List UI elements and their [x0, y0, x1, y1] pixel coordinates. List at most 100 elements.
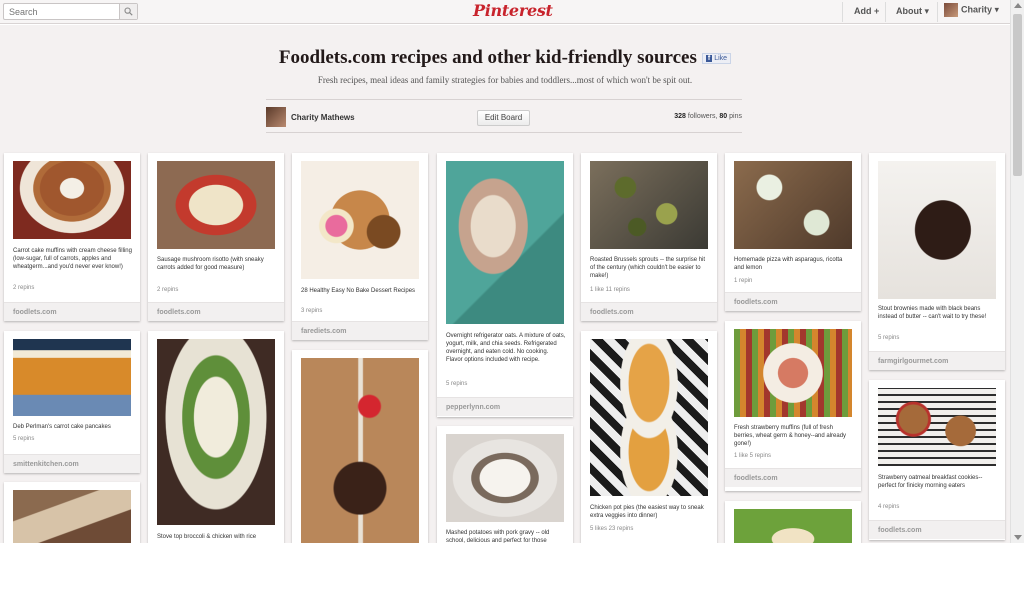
owner-avatar[interactable] [266, 107, 286, 127]
add-menu[interactable]: Add + [854, 6, 879, 16]
pinterest-logo[interactable]: Pinterest [473, 1, 553, 20]
scroll-up-icon[interactable] [1014, 3, 1022, 8]
pin-source[interactable]: farediets.com [292, 321, 428, 340]
pin-description: Sausage mushroom risotto (with sneaky ca… [157, 257, 264, 271]
pins-label: pins [727, 113, 742, 120]
divider [266, 99, 742, 100]
pin-card[interactable]: Strawberry oatmeal breakfast cookies--pe… [869, 380, 1005, 540]
pin-stats: 5 repins [878, 335, 900, 341]
pin-image[interactable] [734, 509, 852, 543]
pin-card[interactable] [292, 350, 428, 543]
pin-card[interactable]: Homemade pizza with asparagus, ricotta a… [725, 153, 861, 311]
pin-card[interactable]: Mashed potatoes with pork gravy -- old s… [437, 426, 573, 543]
pin-stats: 1 like 5 repins [734, 453, 772, 459]
followers-label: followers, [685, 113, 720, 120]
scrollbar-thumb[interactable] [1013, 14, 1022, 176]
pin-description: 28 Healthy Easy No Bake Dessert Recipes [301, 288, 416, 294]
pin-card[interactable]: Carrot cake muffins with cream cheese fi… [4, 153, 140, 321]
scroll-down-icon[interactable] [1014, 535, 1022, 540]
pin-description: Stove top broccoli & chicken with rice [157, 534, 257, 540]
pin-description: Roasted Brussels sprouts -- the surprise… [590, 257, 706, 279]
pin-stats: 3 repins [301, 308, 323, 314]
search-box[interactable] [3, 3, 138, 20]
pin-image[interactable] [878, 388, 996, 466]
pin-source[interactable]: foodlets.com [4, 302, 140, 321]
pin-card[interactable] [4, 482, 140, 543]
facebook-like-label: Like [714, 55, 728, 63]
pin-card[interactable] [725, 501, 861, 543]
pin-card[interactable]: 28 Healthy Easy No Bake Dessert Recipes … [292, 153, 428, 340]
pin-card[interactable]: Fresh strawberry muffins (full of fresh … [725, 321, 861, 491]
top-bar: Pinterest Add + About ▾ Charity ▾ [0, 0, 1010, 24]
facebook-icon: f [705, 55, 713, 63]
pin-image[interactable] [446, 434, 564, 522]
pin-card[interactable]: Overnight refrigerator oats. A mixture o… [437, 153, 573, 417]
nav-divider [842, 2, 843, 22]
pin-description: Overnight refrigerator oats. A mixture o… [446, 333, 566, 363]
pin-source[interactable]: foodlets.com [725, 292, 861, 311]
pin-source[interactable]: foodlets.com [148, 302, 284, 321]
pin-image[interactable] [157, 339, 275, 525]
board-title: Foodlets.com recipes and other kid-frien… [0, 47, 1010, 69]
pin-source[interactable]: smittenkitchen.com [4, 454, 140, 473]
board-stats: 328 followers, 80 pins [674, 113, 742, 120]
pin-stats: 2 repins [157, 287, 179, 293]
user-avatar [944, 3, 958, 17]
pin-card[interactable]: Chicken pot pies (the easiest way to sne… [581, 331, 717, 543]
pin-image[interactable] [13, 339, 131, 416]
pin-image[interactable] [157, 161, 275, 249]
pin-description: Mashed potatoes with pork gravy -- old s… [446, 530, 550, 543]
pin-source[interactable]: farmgirlgourmet.com [869, 351, 1005, 370]
pin-image[interactable] [590, 161, 708, 249]
pin-image[interactable] [590, 339, 708, 496]
search-icon [124, 7, 133, 16]
pin-description: Strawberry oatmeal breakfast cookies--pe… [878, 475, 983, 489]
pin-card[interactable]: Roasted Brussels sprouts -- the surprise… [581, 153, 717, 321]
search-input[interactable] [4, 4, 120, 19]
pin-image[interactable] [13, 490, 131, 543]
pin-description: Stout brownies made with black beans ins… [878, 306, 987, 320]
pin-image[interactable] [301, 161, 419, 279]
pin-description: Chicken pot pies (the easiest way to sne… [590, 505, 704, 519]
pin-source[interactable]: foodlets.com [725, 468, 861, 487]
board-description: Fresh recipes, meal ideas and family str… [317, 75, 693, 85]
divider [266, 132, 742, 133]
pin-image[interactable] [13, 161, 131, 239]
nav-divider [937, 2, 938, 22]
owner-name[interactable]: Charity Mathews [291, 113, 355, 122]
pin-source[interactable]: pepperlynn.com [437, 397, 573, 416]
pin-stats: 2 repins [13, 285, 35, 291]
user-name: Charity ▾ [961, 4, 1000, 15]
pin-stats: 4 repins [878, 504, 900, 510]
pin-image[interactable] [878, 161, 996, 299]
pin-grid: Carrot cake muffins with cream cheese fi… [0, 145, 1010, 543]
followers-count[interactable]: 328 [674, 113, 686, 120]
pin-description: Fresh strawberry muffins (full of fresh … [734, 425, 847, 447]
pin-card[interactable]: Deb Perlman's carrot cake pancakes 5 rep… [4, 331, 140, 473]
pin-image[interactable] [734, 329, 852, 417]
facebook-like-button[interactable]: f Like [701, 53, 732, 65]
pin-stats: 1 repin [734, 278, 753, 284]
pin-stats: 1 like 11 repins [590, 287, 630, 293]
pin-source[interactable]: foodlets.com [581, 302, 717, 321]
search-button[interactable] [119, 4, 137, 19]
pin-source[interactable]: foodlets.com [869, 520, 1005, 539]
pin-stats: 5 repins [446, 381, 468, 387]
board-title-text: Foodlets.com recipes and other kid-frien… [278, 47, 697, 68]
pin-image[interactable] [301, 358, 419, 543]
pin-description: Carrot cake muffins with cream cheese fi… [13, 248, 132, 270]
pin-stats: 5 repins [13, 436, 35, 442]
blank-area [0, 543, 1024, 602]
page-scrollbar[interactable] [1010, 0, 1024, 543]
user-menu[interactable]: Charity ▾ [944, 3, 999, 17]
pin-image[interactable] [734, 161, 852, 249]
pin-stats: 5 likes 23 repins [590, 526, 634, 532]
pin-description: Homemade pizza with asparagus, ricotta a… [734, 257, 843, 271]
pin-image[interactable] [446, 161, 564, 324]
pin-card[interactable]: Stout brownies made with black beans ins… [869, 153, 1005, 370]
pin-card[interactable]: Stove top broccoli & chicken with rice [148, 331, 284, 543]
pin-card[interactable]: Sausage mushroom risotto (with sneaky ca… [148, 153, 284, 321]
edit-board-button[interactable]: Edit Board [477, 110, 530, 126]
about-menu[interactable]: About ▾ [896, 6, 929, 17]
board-header: Foodlets.com recipes and other kid-frien… [0, 25, 1010, 145]
